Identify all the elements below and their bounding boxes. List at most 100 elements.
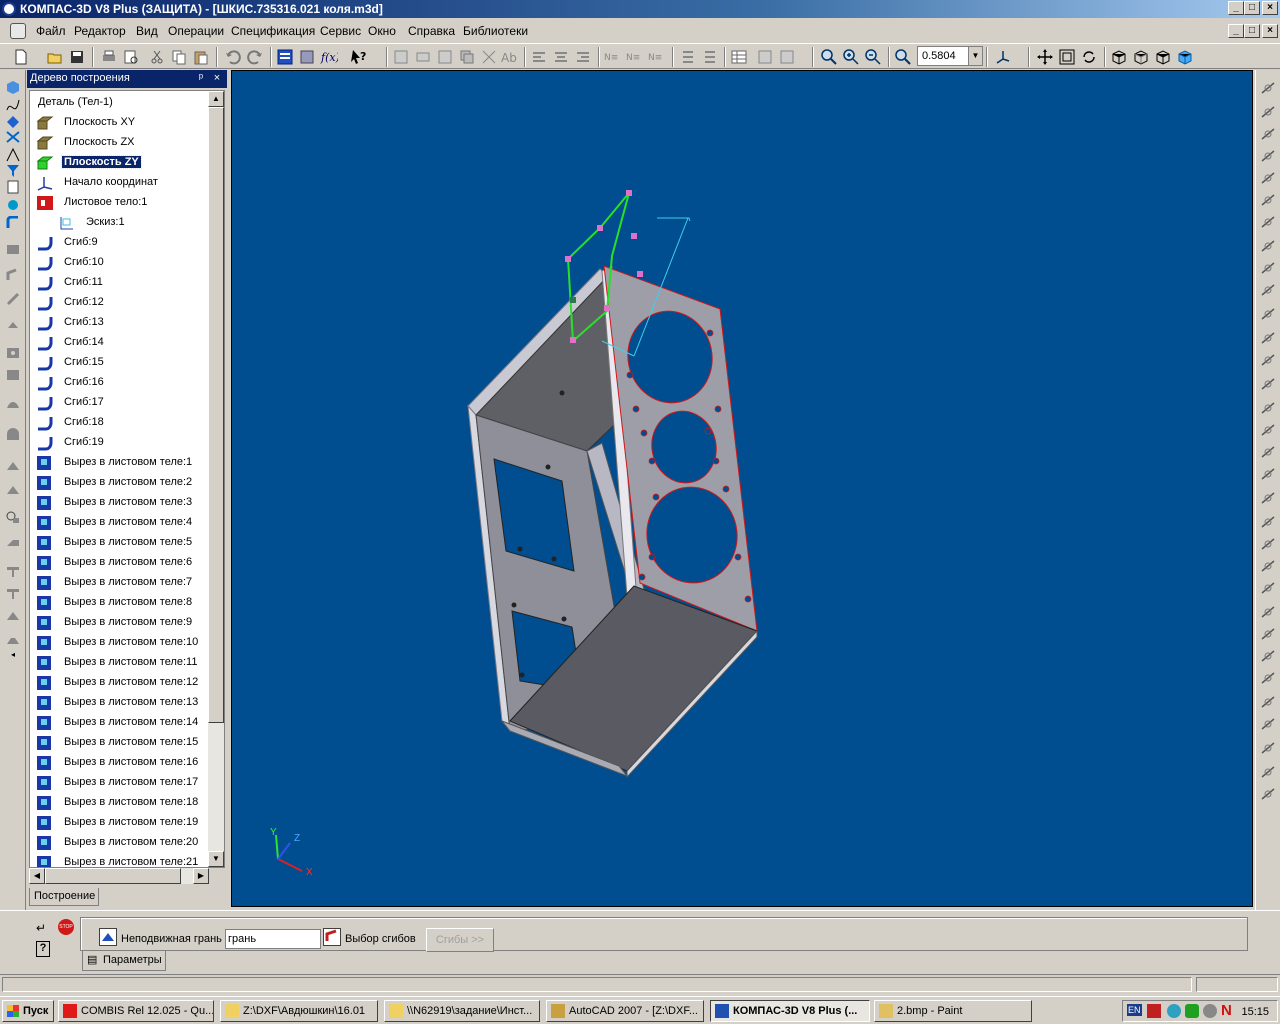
extend-icon[interactable] (1260, 604, 1277, 620)
measure-icon[interactable] (5, 180, 21, 194)
scroll-right-icon[interactable]: ▶ (193, 868, 209, 884)
document-icon[interactable] (10, 23, 26, 39)
arc-icon[interactable] (1260, 148, 1277, 164)
arrays-icon[interactable] (5, 130, 21, 144)
undo-icon[interactable] (224, 48, 242, 66)
sheet-metal-icon[interactable] (5, 216, 21, 230)
rotate-icon[interactable] (1080, 48, 1098, 66)
taskbar-task[interactable]: COMBIS Rel 12.025 - Qu... (58, 1000, 214, 1022)
save-icon[interactable] (68, 48, 86, 66)
menu-view[interactable]: Вид (136, 24, 158, 38)
chamfer-icon[interactable] (1260, 330, 1277, 346)
function-icon[interactable]: f(x) (320, 48, 340, 66)
print-icon[interactable] (100, 48, 118, 66)
stop-icon[interactable]: STOP (58, 919, 74, 935)
geometry-icon[interactable] (392, 48, 410, 66)
surface-icon[interactable] (5, 114, 21, 128)
symbols-icon[interactable] (436, 48, 454, 66)
rectangle-icon[interactable] (1260, 238, 1277, 254)
taskbar-task[interactable]: AutoCAD 2007 - [Z:\DXF... (546, 1000, 704, 1022)
zoom-window-icon[interactable] (820, 48, 838, 66)
doc-minimize-button[interactable]: _ (1228, 24, 1244, 38)
hatch-icon[interactable] (1260, 282, 1277, 298)
edit-icon[interactable] (1260, 444, 1277, 460)
solid-ops-icon[interactable] (5, 80, 21, 94)
align-right-icon[interactable] (574, 48, 592, 66)
table-edit-icon[interactable] (778, 48, 796, 66)
hscroll-thumb[interactable] (45, 868, 181, 884)
mirror-icon[interactable] (1260, 536, 1277, 552)
tray-volume-icon[interactable] (1203, 1004, 1217, 1018)
ellipse-icon[interactable] (1260, 170, 1277, 186)
zoom-out-icon[interactable] (864, 48, 882, 66)
menu-specification[interactable]: Спецификация (231, 24, 315, 38)
perpendicular-icon[interactable] (1260, 716, 1277, 732)
polygon-icon[interactable] (1260, 260, 1277, 276)
bend-line-tool-icon[interactable] (5, 292, 21, 306)
pan-icon[interactable] (1036, 48, 1054, 66)
taskbar-task[interactable]: КОМПАС-3D V8 Plus (... (710, 1000, 870, 1022)
model-viewport[interactable]: Y Z X (231, 70, 1253, 907)
offset-icon[interactable] (1260, 352, 1277, 368)
menu-service[interactable]: Сервис (320, 24, 361, 38)
language-indicator[interactable]: EN (1127, 1004, 1142, 1016)
text-icon[interactable]: Ab (500, 48, 518, 66)
orientation-icon[interactable] (994, 48, 1012, 66)
variables-icon[interactable] (298, 48, 316, 66)
start-button[interactable]: Пуск (2, 1000, 54, 1022)
minimize-button[interactable]: _ (1228, 1, 1244, 15)
cut-tool-icon[interactable] (5, 368, 21, 382)
taskbar-task[interactable]: 2.bmp - Paint (874, 1000, 1032, 1022)
seam-tool-icon[interactable] (5, 608, 21, 622)
help-pointer-icon[interactable]: ? (350, 48, 368, 66)
scroll-left-icon[interactable]: ◀ (29, 868, 45, 884)
sheet-body-tool-icon[interactable] (5, 242, 21, 256)
zoom-in-icon[interactable] (842, 48, 860, 66)
chevron-down-icon[interactable]: ▼ (968, 47, 982, 65)
menu-libraries[interactable]: Библиотеки (463, 24, 528, 38)
maximize-button[interactable]: □ (1244, 1, 1260, 15)
parallel-icon[interactable] (1260, 694, 1277, 710)
redo-icon[interactable] (246, 48, 264, 66)
menu-operations[interactable]: Операции (168, 24, 224, 38)
spline-icon[interactable] (5, 98, 21, 112)
tree-hscroll[interactable]: ◀ ▶ (29, 868, 209, 884)
tray-app-icon[interactable] (1147, 1004, 1161, 1018)
unfold-tool-icon[interactable] (5, 482, 21, 496)
polyline-icon[interactable] (1260, 214, 1277, 230)
fixed-face-icon[interactable] (99, 928, 117, 946)
hole-tool-icon[interactable] (5, 346, 21, 360)
menu-edit[interactable]: Редактор (74, 24, 126, 38)
bends-button[interactable]: Сгибы >> (426, 928, 494, 952)
measure-tool-icon[interactable] (1260, 764, 1277, 780)
scroll-thumb[interactable] (208, 107, 224, 723)
dimension-icon[interactable] (1260, 376, 1277, 392)
taskbar-task[interactable]: \\N62919\задание\Инст... (384, 1000, 540, 1022)
zoom-scale-icon[interactable] (894, 48, 912, 66)
fixed-face-input[interactable] (225, 929, 321, 949)
copy-icon[interactable] (170, 48, 188, 66)
toolbar-scroll-down-icon[interactable]: ◂ (5, 650, 21, 664)
align-left-icon[interactable] (530, 48, 548, 66)
tab-build[interactable]: Построение (29, 888, 99, 906)
num-format-2-icon[interactable]: N≡ (626, 48, 644, 66)
select-icon[interactable] (1260, 786, 1277, 802)
rib-tool-icon[interactable] (5, 458, 21, 472)
zoom-combo[interactable]: 0.5804 ▼ (917, 46, 983, 66)
break-icon[interactable] (1260, 626, 1277, 642)
scroll-down-icon[interactable]: ▼ (208, 851, 224, 867)
scroll-up-icon[interactable]: ▲ (208, 91, 224, 107)
num-format-3-icon[interactable]: N≡ (648, 48, 666, 66)
dimensions-icon[interactable] (414, 48, 432, 66)
enter-icon[interactable]: ↵ (36, 921, 46, 935)
model-canvas[interactable] (232, 71, 1253, 907)
tree-close-button[interactable]: × (211, 72, 223, 84)
close-button[interactable]: × (1262, 1, 1278, 15)
menu-window[interactable]: Окно (368, 24, 396, 38)
tree-vscroll[interactable]: ▲ ▼ (208, 91, 224, 867)
table-props-icon[interactable] (756, 48, 774, 66)
paste-icon[interactable] (192, 48, 210, 66)
copy-tool-icon[interactable] (1260, 558, 1277, 574)
table-tool-icon[interactable] (1260, 422, 1277, 438)
tray-n-icon[interactable]: N (1221, 1002, 1232, 1019)
